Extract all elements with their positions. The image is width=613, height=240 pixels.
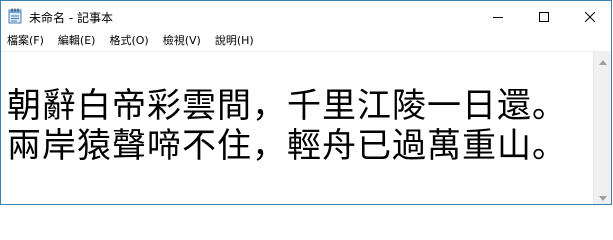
menu-format[interactable]: 格式(O) [102, 31, 155, 51]
editor-line-1: 朝辭白帝彩雲間，千里江陵一日還。 [7, 86, 567, 126]
scroll-up-button[interactable] [594, 51, 611, 68]
minimize-button[interactable] [475, 1, 521, 31]
minimize-icon [493, 7, 503, 26]
menu-edit[interactable]: 編輯(E) [51, 31, 103, 51]
menu-view[interactable]: 檢視(V) [156, 31, 208, 51]
notepad-window: 未命名 - 記事本 檔案(F) 編輯(E) 格式(O) 檢視(V) 說明(H) [0, 0, 612, 205]
editor-line-2: 兩岸猿聲啼不住，輕舟已過萬重山。 [7, 126, 567, 166]
window-title: 未命名 - 記事本 [29, 11, 113, 25]
title-bar[interactable]: 未命名 - 記事本 [1, 1, 611, 31]
close-button[interactable] [567, 1, 613, 31]
menu-bar: 檔案(F) 編輯(E) 格式(O) 檢視(V) 說明(H) [1, 31, 611, 51]
maximize-button[interactable] [521, 1, 567, 31]
chevron-down-icon [598, 186, 607, 205]
notepad-icon [8, 8, 22, 24]
chevron-up-icon [598, 50, 607, 69]
vertical-scrollbar[interactable] [593, 51, 611, 204]
close-icon [584, 7, 596, 26]
text-editor-area[interactable]: 朝辭白帝彩雲間，千里江陵一日還。 兩岸猿聲啼不住，輕舟已過萬重山。 [1, 51, 593, 204]
menu-help[interactable]: 說明(H) [208, 31, 261, 51]
maximize-icon [539, 7, 549, 26]
menu-file[interactable]: 檔案(F) [1, 31, 51, 51]
scroll-down-button[interactable] [594, 187, 611, 204]
